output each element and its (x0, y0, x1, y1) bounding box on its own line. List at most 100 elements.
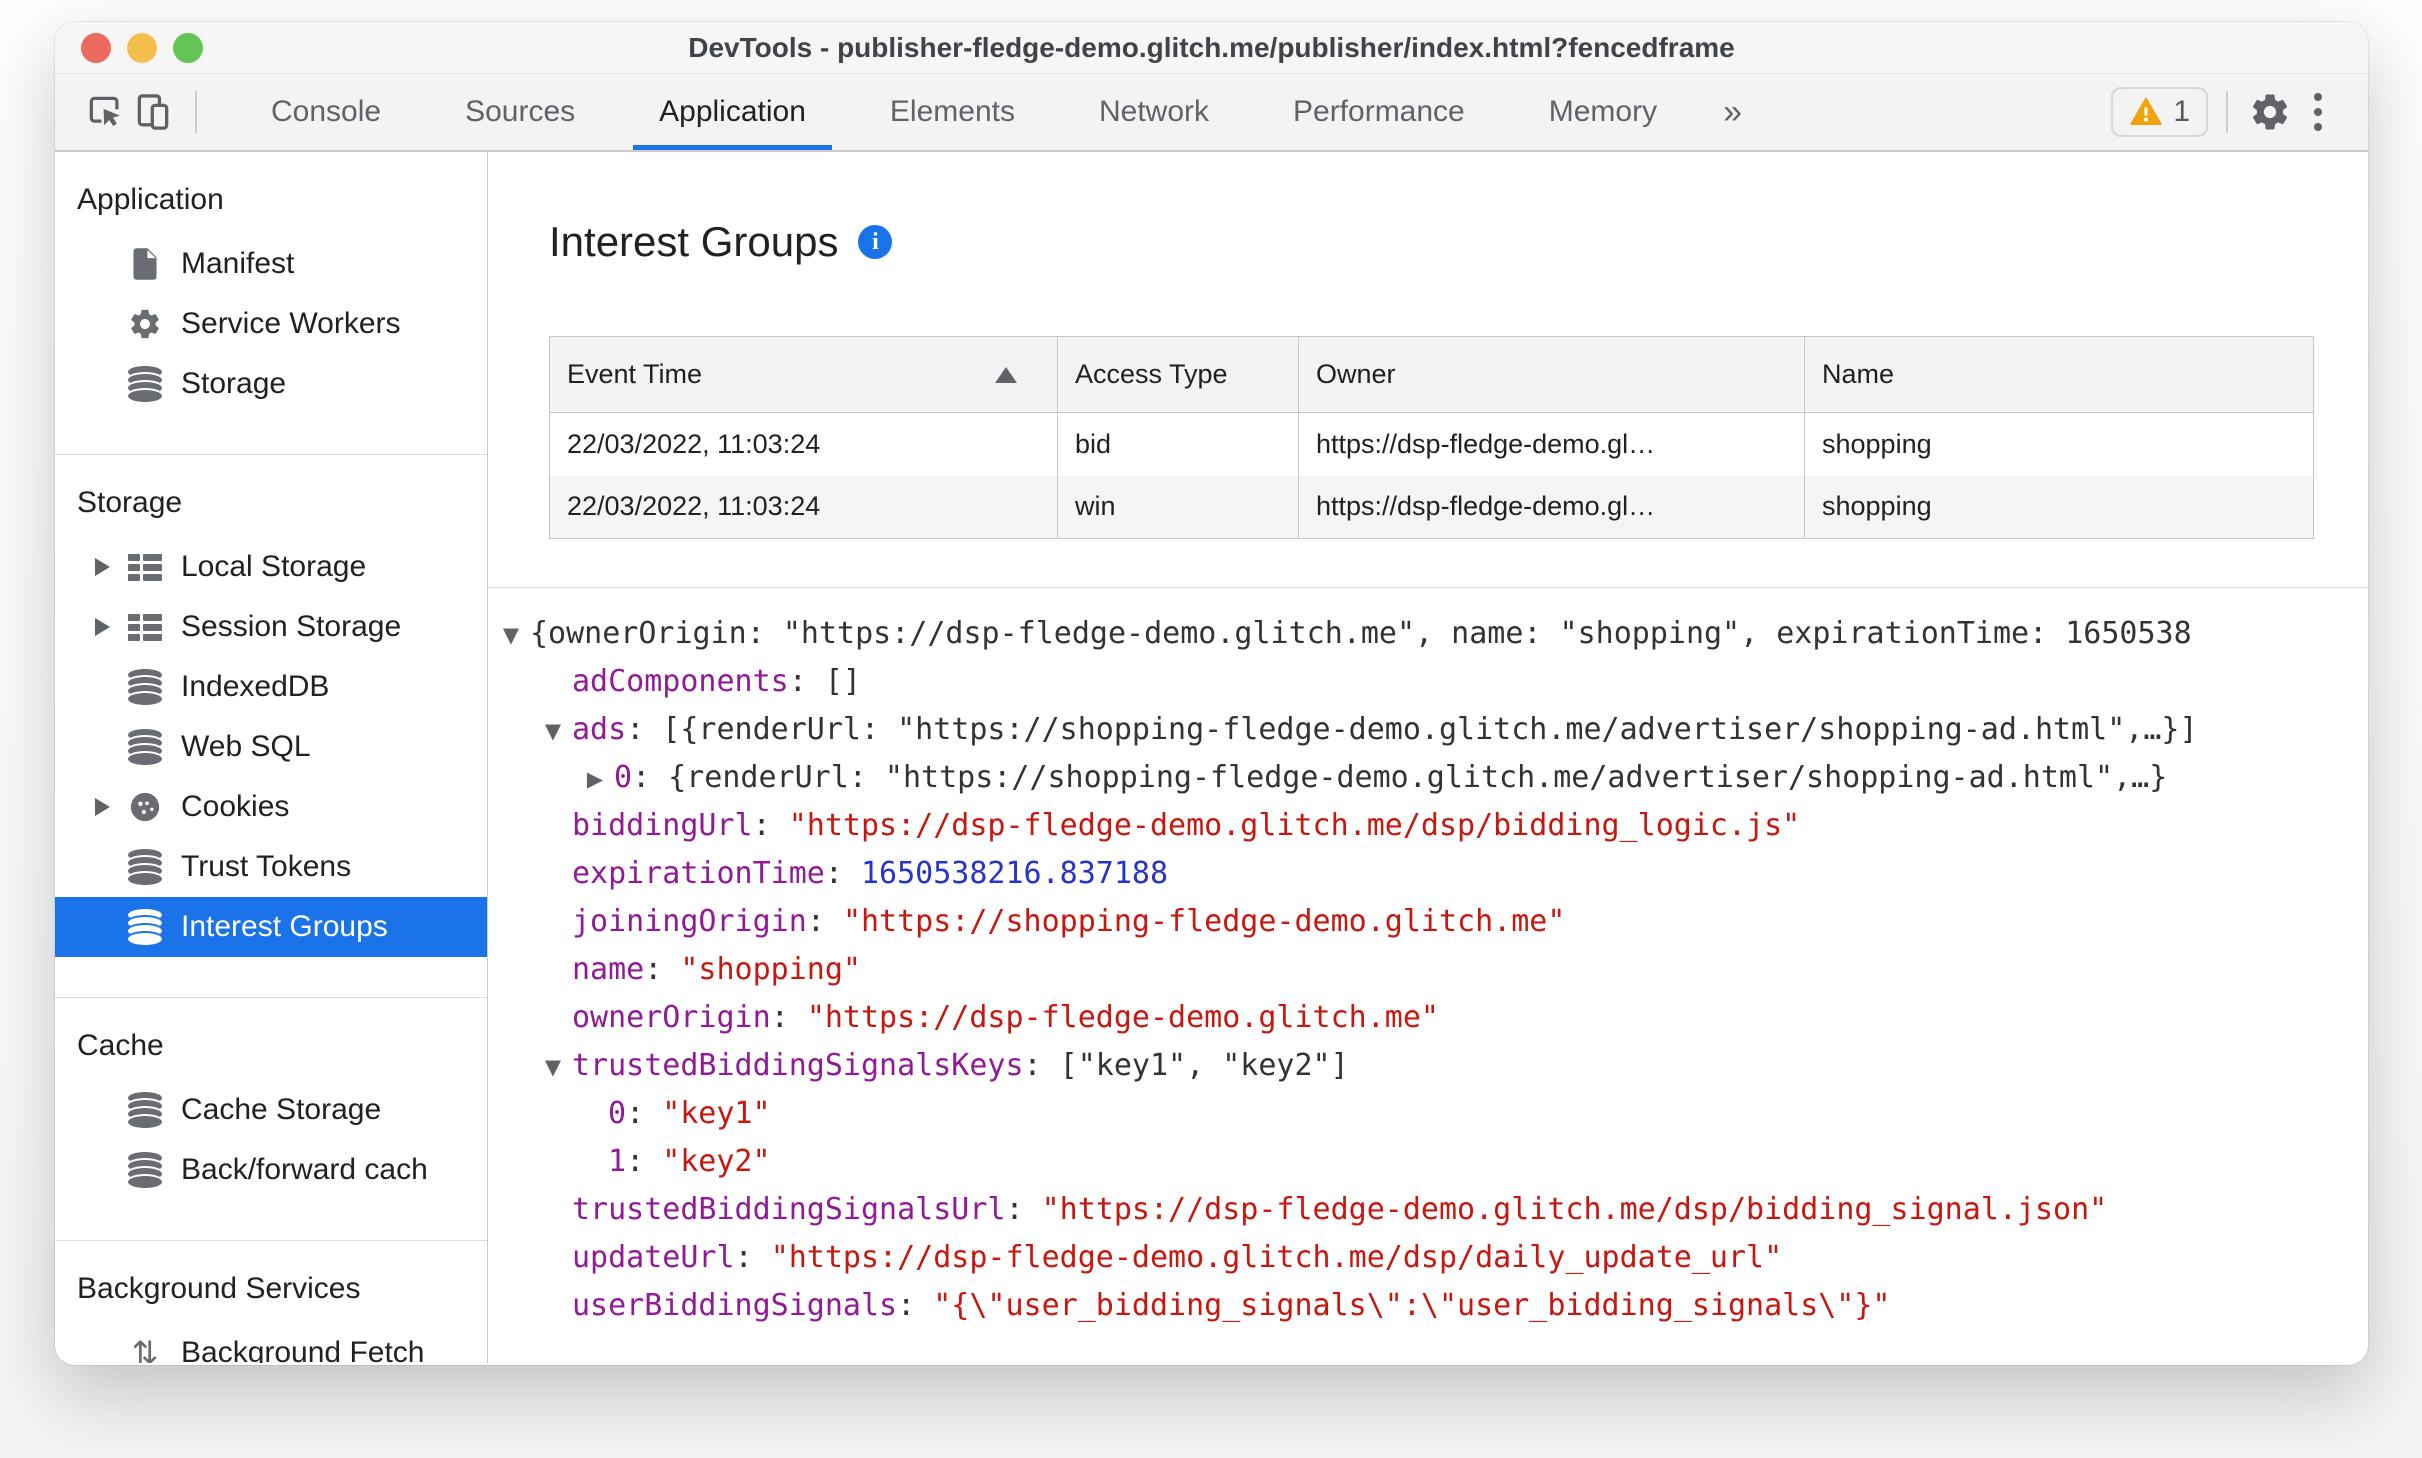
cell-owner[interactable]: https://dsp-fledge-demo.gl… (1298, 412, 1805, 476)
number-value: 1650538216.837188 (861, 856, 1169, 891)
string-value: "shopping" (680, 952, 861, 987)
property-key: trustedBiddingSignalsKeys (572, 1048, 1024, 1083)
devtools-window: DevTools - publisher-fledge-demo.glitch.… (55, 22, 2368, 1365)
expand-arrow-icon[interactable] (95, 798, 125, 816)
tab-sources[interactable]: Sources (423, 74, 617, 150)
tab-application[interactable]: Application (617, 74, 848, 150)
device-toolbar-icon[interactable] (129, 88, 177, 136)
sidebar-item-cookies[interactable]: Cookies (55, 777, 487, 837)
triangle-down-icon[interactable]: ▼ (538, 707, 568, 755)
cell-access-type[interactable]: win (1057, 475, 1299, 539)
gear-icon (125, 307, 165, 341)
cell-event-time[interactable]: 22/03/2022, 11:03:24 (549, 475, 1058, 539)
tab-elements[interactable]: Elements (848, 74, 1057, 150)
preview-text: : (644, 952, 681, 987)
sidebar-item-local-storage[interactable]: Local Storage (55, 537, 487, 597)
preview-text: : (626, 1144, 663, 1179)
sidebar-item-label: Local Storage (181, 550, 367, 583)
sidebar-item-session-storage[interactable]: Session Storage (55, 597, 487, 657)
property-key: 0 (608, 1096, 627, 1131)
table-icon (125, 613, 165, 641)
tab-performance[interactable]: Performance (1251, 74, 1507, 150)
settings-gear-icon[interactable] (2246, 88, 2294, 136)
property-key: updateUrl (572, 1240, 735, 1275)
section-title: Background Services (77, 1272, 361, 1305)
triangle-down-icon[interactable]: ▼ (538, 1043, 568, 1091)
warning-icon (2130, 97, 2162, 126)
sidebar-item-label: Cache Storage (181, 1093, 382, 1126)
database-icon (125, 366, 165, 402)
sidebar-item-manifest[interactable]: Manifest (55, 234, 487, 294)
column-header-event-time[interactable]: Event Time (549, 336, 1058, 413)
sidebar-item-cache-storage[interactable]: Cache Storage (55, 1080, 487, 1140)
tree-line: expirationTime: 1650538216.837188 (488, 850, 2368, 898)
info-icon[interactable]: i (858, 225, 893, 259)
sidebar-item-back-forward-cache[interactable]: Back/forward cach (55, 1140, 487, 1200)
tree-line: joiningOrigin: "https://shopping-fledge-… (488, 898, 2368, 946)
sidebar-item-interest-groups[interactable]: Interest Groups (55, 897, 487, 957)
property-key: userBiddingSignals (572, 1288, 898, 1323)
cell-name[interactable]: shopping (1805, 413, 2314, 476)
database-icon (125, 849, 165, 885)
cell-owner[interactable]: https://dsp-fledge-demo.gl… (1298, 475, 1805, 539)
sidebar-item-label: Cookies (181, 790, 290, 823)
sidebar-item-label: Trust Tokens (181, 850, 352, 883)
preview-text: : {renderUrl: "https://shopping-fledge-d… (632, 760, 2168, 795)
database-icon (125, 1092, 165, 1128)
cookie-icon (125, 790, 165, 824)
string-value: "https://shopping-fledge-demo.glitch.me" (842, 904, 1566, 939)
tree-line: ▼ ads: [{renderUrl: "https://shopping-fle… (488, 706, 2368, 754)
sidebar-item-indexeddb[interactable]: IndexedDB (55, 657, 487, 717)
table-row[interactable]: 22/03/2022, 11:03:24 win https://dsp-fle… (549, 475, 2314, 539)
property-key: biddingUrl (572, 808, 753, 843)
sidebar-item-label: Storage (181, 367, 287, 400)
toolbar-divider (2226, 91, 2228, 133)
tree-line: adComponents: [] (488, 658, 2368, 706)
json-tree: ▼ {ownerOrigin: "https://dsp-fledge-demo.… (488, 588, 2368, 1330)
inspect-element-icon[interactable] (81, 88, 129, 136)
property-key: adComponents (572, 664, 789, 699)
sidebar-item-background-fetch[interactable]: ⇅ Background Fetch (55, 1323, 487, 1363)
column-header-owner[interactable]: Owner (1298, 336, 1805, 413)
cell-event-time[interactable]: 22/03/2022, 11:03:24 (549, 412, 1058, 476)
document-icon (125, 247, 165, 281)
sidebar-item-storage[interactable]: Storage (55, 354, 487, 414)
sidebar-item-label: IndexedDB (181, 670, 330, 703)
property-key: joiningOrigin (572, 904, 807, 939)
tab-network[interactable]: Network (1057, 74, 1251, 150)
section-title: Storage (77, 486, 183, 519)
tree-line: 1: "key2" (488, 1138, 2368, 1186)
tree-line: ▼ {ownerOrigin: "https://dsp-fledge-demo.… (488, 610, 2368, 658)
tab-memory[interactable]: Memory (1507, 74, 1699, 150)
preview-text: : (752, 808, 789, 843)
kebab-menu-icon[interactable] (2294, 88, 2342, 136)
column-header-name[interactable]: Name (1804, 336, 2314, 413)
sidebar-item-web-sql[interactable]: Web SQL (55, 717, 487, 777)
triangle-down-icon[interactable]: ▼ (496, 611, 526, 659)
tree-line: ownerOrigin: "https://dsp-fledge-demo.gl… (488, 994, 2368, 1042)
more-tabs-button[interactable]: » (1699, 74, 1766, 150)
cell-access-type[interactable]: bid (1057, 412, 1299, 476)
expand-arrow-icon[interactable] (95, 558, 125, 576)
sidebar-item-label: Interest Groups (181, 910, 388, 943)
string-value: "https://dsp-fledge-demo.glitch.me/dsp/d… (770, 1240, 1783, 1275)
triangle-right-icon[interactable]: ▶ (580, 755, 610, 803)
sidebar-item-trust-tokens[interactable]: Trust Tokens (55, 837, 487, 897)
tab-console[interactable]: Console (229, 74, 423, 150)
window-titlebar: DevTools - publisher-fledge-demo.glitch.… (55, 22, 2368, 74)
preview-text: : (770, 1000, 807, 1035)
preview-text: : ["key1", "key2"] (1023, 1048, 1349, 1083)
preview-text: : (806, 904, 843, 939)
expand-arrow-icon[interactable] (95, 618, 125, 636)
warnings-badge[interactable]: 1 (2111, 87, 2208, 137)
preview-text: : [{renderUrl: "https://shopping-fledge-… (626, 712, 2198, 747)
sidebar-item-service-workers[interactable]: Service Workers (55, 294, 487, 354)
tree-line: updateUrl: "https://dsp-fledge-demo.glit… (488, 1234, 2368, 1282)
cell-name[interactable]: shopping (1804, 475, 2314, 539)
window-title: DevTools - publisher-fledge-demo.glitch.… (688, 31, 1735, 63)
sidebar-section-cache: Cache Cache Storage Back/forward cach (55, 998, 487, 1241)
preview-text: {ownerOrigin: "https://dsp-fledge-demo.g… (530, 616, 2192, 651)
database-icon (125, 669, 165, 705)
table-row[interactable]: 22/03/2022, 11:03:24 bid https://dsp-fle… (549, 412, 2314, 476)
column-header-access-type[interactable]: Access Type (1057, 336, 1299, 413)
